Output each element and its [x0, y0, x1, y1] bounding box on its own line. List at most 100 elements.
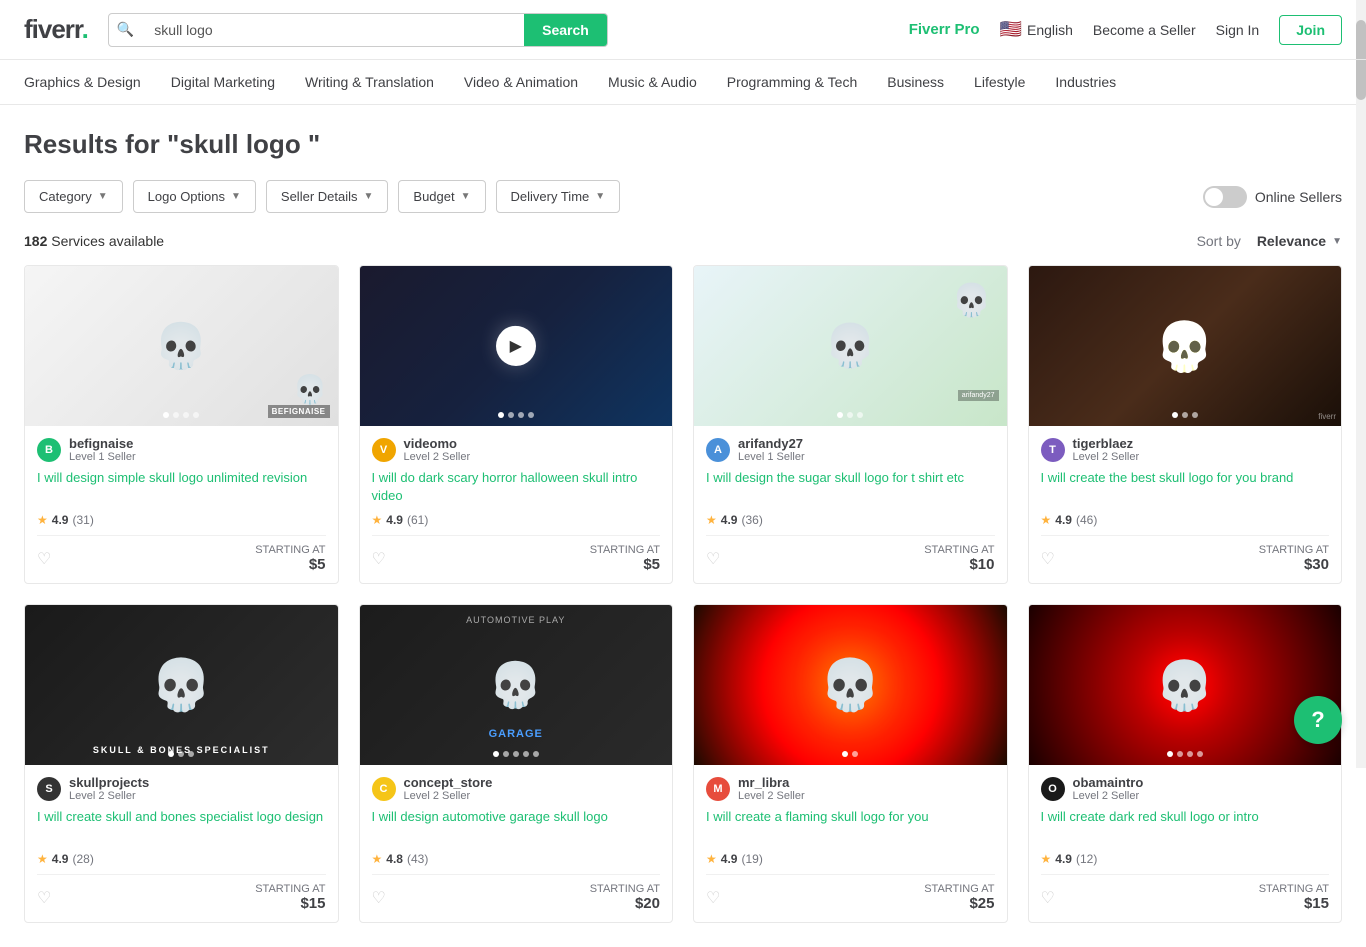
services-bar: 182 Services available Sort by Relevance… [24, 233, 1342, 249]
become-seller-link[interactable]: Become a Seller [1093, 22, 1196, 38]
seller-level-3: Level 1 Seller [738, 451, 805, 463]
avatar-8: O [1041, 777, 1065, 801]
sort-by-selector[interactable]: Sort by Relevance ▼ [1197, 233, 1342, 249]
image-dots-6 [493, 751, 539, 757]
card-thumbnail-7: 💀 [694, 605, 1007, 765]
delivery-time-label: Delivery Time [511, 189, 590, 204]
online-sellers-label: Online Sellers [1255, 189, 1342, 205]
card-body-6: C concept_store Level 2 Seller I will de… [360, 765, 673, 922]
search-bar: 🔍 Search [108, 13, 608, 47]
card-image-1: 💀 💀 BEFIGNAISE [25, 266, 338, 426]
budget-chevron: ▼ [461, 191, 471, 202]
services-count: 182 Services available [24, 233, 164, 249]
card-thumbnail-6: 💀 AUTOMOTIVE PLAY GARAGE [360, 605, 673, 765]
favorite-button-2[interactable]: ♡ [372, 549, 386, 569]
gig-card-7[interactable]: 💀 M mr_libra Level 2 Seller I will creat… [693, 604, 1008, 923]
gig-card-2[interactable]: 💀 ▶ V videomo Level 2 Seller [359, 265, 674, 584]
gig-card-4[interactable]: 💀 fiverr T tigerblaez Level 2 Seller [1028, 265, 1343, 584]
logo-options-chevron: ▼ [231, 191, 241, 202]
card-footer-8: ♡ STARTING AT $15 [1041, 874, 1330, 912]
services-count-number: 182 [24, 233, 47, 249]
card-footer-7: ♡ STARTING AT $25 [706, 874, 995, 912]
seller-info-7: M mr_libra Level 2 Seller [706, 775, 995, 802]
nav-item-programming[interactable]: Programming & Tech [727, 62, 857, 102]
logo-options-filter[interactable]: Logo Options ▼ [133, 180, 256, 213]
rating-score-3: 4.9 [721, 513, 738, 527]
help-button[interactable]: ? [1294, 696, 1342, 744]
card-rating-8: ★ 4.9 (12) [1041, 852, 1330, 866]
sign-in-link[interactable]: Sign In [1216, 22, 1260, 38]
gig-card-3[interactable]: 💀 💀 arifandy27 A arifandy27 Level 1 Sell [693, 265, 1008, 584]
budget-filter[interactable]: Budget ▼ [398, 180, 485, 213]
language-selector[interactable]: 🇺🇸 English [1000, 19, 1073, 40]
nav-item-industries[interactable]: Industries [1055, 62, 1116, 102]
card-footer-1: ♡ STARTING AT $5 [37, 535, 326, 573]
favorite-button-6[interactable]: ♡ [372, 888, 386, 908]
gig-card-1[interactable]: 💀 💀 BEFIGNAISE B befignaise [24, 265, 339, 584]
price-8: $15 [1304, 895, 1329, 912]
seller-name-6: concept_store [404, 775, 493, 790]
nav-item-lifestyle[interactable]: Lifestyle [974, 62, 1025, 102]
online-sellers-toggle: Online Sellers [1203, 186, 1342, 208]
header-right: Fiverr Pro 🇺🇸 English Become a Seller Si… [909, 15, 1342, 45]
play-button-2[interactable]: ▶ [496, 326, 536, 366]
gig-card-6[interactable]: 💀 AUTOMOTIVE PLAY GARAGE C [359, 604, 674, 923]
nav-item-digital[interactable]: Digital Marketing [171, 62, 275, 102]
category-label: Category [39, 189, 92, 204]
avatar-5: S [37, 777, 61, 801]
search-button[interactable]: Search [524, 14, 607, 46]
nav-item-writing[interactable]: Writing & Translation [305, 62, 434, 102]
category-filter[interactable]: Category ▼ [24, 180, 123, 213]
star-icon-8: ★ [1041, 852, 1052, 866]
card-rating-5: ★ 4.9 (28) [37, 852, 326, 866]
star-icon-6: ★ [372, 852, 383, 866]
fiverr-logo[interactable]: fiverr. [24, 14, 88, 45]
price-3: $10 [969, 556, 994, 573]
budget-label: Budget [413, 189, 454, 204]
gig-card-5[interactable]: 💀 SKULL & BONES SPECIALIST S skullprojec… [24, 604, 339, 923]
card-image-4: 💀 fiverr [1029, 266, 1342, 426]
favorite-button-3[interactable]: ♡ [706, 549, 720, 569]
sort-by-prefix: Sort by [1197, 233, 1241, 249]
card-body-1: B befignaise Level 1 Seller I will desig… [25, 426, 338, 583]
favorite-button-5[interactable]: ♡ [37, 888, 51, 908]
card-footer-5: ♡ STARTING AT $15 [37, 874, 326, 912]
seller-details-label: Seller Details [281, 189, 358, 204]
favorite-button-1[interactable]: ♡ [37, 549, 51, 569]
card-thumbnail-5: 💀 SKULL & BONES SPECIALIST [25, 605, 338, 765]
join-button[interactable]: Join [1279, 15, 1342, 45]
avatar-3: A [706, 438, 730, 462]
seller-details-filter[interactable]: Seller Details ▼ [266, 180, 389, 213]
seller-info-1: B befignaise Level 1 Seller [37, 436, 326, 463]
favorite-button-7[interactable]: ♡ [706, 888, 720, 908]
search-input[interactable] [142, 14, 524, 46]
filters-bar: Category ▼ Logo Options ▼ Seller Details… [24, 180, 1342, 213]
card-image-2: 💀 ▶ [360, 266, 673, 426]
card-rating-2: ★ 4.9 (61) [372, 513, 661, 527]
favorite-button-4[interactable]: ♡ [1041, 549, 1055, 569]
avatar-6: C [372, 777, 396, 801]
seller-info-3: A arifandy27 Level 1 Seller [706, 436, 995, 463]
image-dots-4 [1172, 412, 1198, 418]
nav-item-graphics[interactable]: Graphics & Design [24, 62, 141, 102]
scrollbar[interactable] [1356, 0, 1366, 768]
fiverr-pro-link[interactable]: Fiverr Pro [909, 21, 980, 38]
header: fiverr. 🔍 Search Fiverr Pro 🇺🇸 English B… [0, 0, 1366, 60]
nav-item-music[interactable]: Music & Audio [608, 62, 697, 102]
gig-card-8[interactable]: 💀 O obamaintro Level 2 Seller [1028, 604, 1343, 923]
favorite-button-8[interactable]: ♡ [1041, 888, 1055, 908]
price-info-7: STARTING AT $25 [924, 883, 994, 912]
card-title-2: I will do dark scary horror halloween sk… [372, 469, 661, 505]
seller-name-7: mr_libra [738, 775, 805, 790]
seller-level-2: Level 2 Seller [404, 451, 471, 463]
rating-count-1: (31) [72, 513, 93, 527]
online-toggle-switch[interactable] [1203, 186, 1247, 208]
card-title-7: I will create a flaming skull logo for y… [706, 808, 995, 844]
logo-options-label: Logo Options [148, 189, 225, 204]
seller-level-8: Level 2 Seller [1073, 790, 1144, 802]
card-rating-4: ★ 4.9 (46) [1041, 513, 1330, 527]
delivery-time-filter[interactable]: Delivery Time ▼ [496, 180, 621, 213]
nav-item-video[interactable]: Video & Animation [464, 62, 578, 102]
nav-item-business[interactable]: Business [887, 62, 944, 102]
card-thumbnail-3: 💀 💀 arifandy27 [694, 266, 1007, 426]
